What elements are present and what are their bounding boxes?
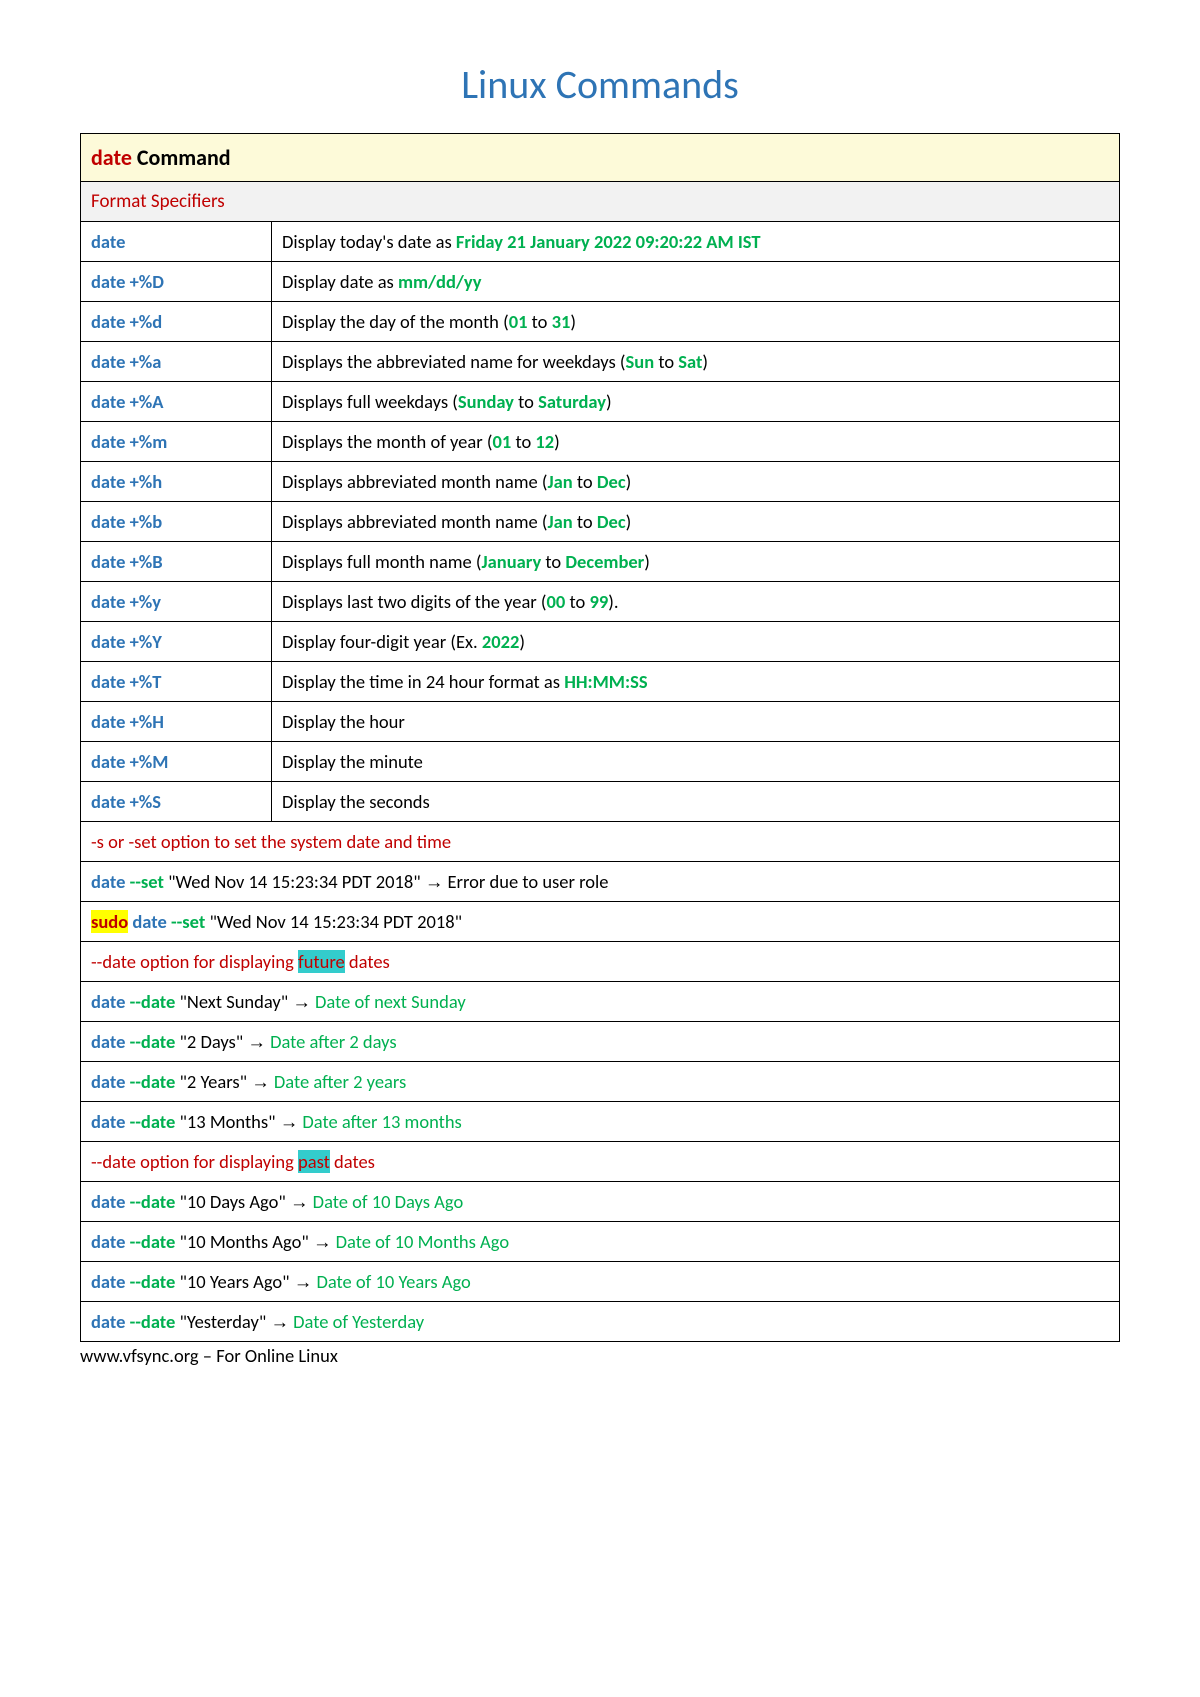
table-row: date +%HDisplay the hour xyxy=(81,702,1120,742)
past-note-row: --date option for displaying past dates xyxy=(81,1142,1120,1182)
desc-cell: Display the minute xyxy=(272,742,1120,782)
cmd-cell: date +%A xyxy=(81,382,272,422)
cmd-cell: date +%h xyxy=(81,462,272,502)
note-post: dates xyxy=(330,1150,375,1173)
example-cell: date --date "2 Days" → Date after 2 days xyxy=(81,1022,1120,1062)
note-pre: --date option for displaying xyxy=(91,1150,298,1173)
cmd-cell: date xyxy=(81,222,272,262)
cmd-cell: date +%S xyxy=(81,782,272,822)
table-row: date --date "13 Months" → Date after 13 … xyxy=(81,1102,1120,1142)
sudo-text: sudo xyxy=(91,910,128,933)
set-example-1-row: date --set "Wed Nov 14 15:23:34 PDT 2018… xyxy=(81,862,1120,902)
date-command-table: date Command Format Specifiers dateDispl… xyxy=(80,133,1120,1342)
desc-cell: Displays last two digits of the year (00… xyxy=(272,582,1120,622)
cmd-cell: date +%d xyxy=(81,302,272,342)
desc-cell: Displays abbreviated month name (Jan to … xyxy=(272,502,1120,542)
table-row: date +%mDisplays the month of year (01 t… xyxy=(81,422,1120,462)
table-header-cell: date Command xyxy=(81,134,1120,182)
opt-text: --set xyxy=(130,870,164,893)
example-cell: date --date "13 Months" → Date after 13 … xyxy=(81,1102,1120,1142)
arg-text: "Wed Nov 14 15:23:34 PDT 2018" xyxy=(164,870,425,893)
table-subheader-cell: Format Specifiers xyxy=(81,182,1120,222)
cmd-cell: date +%B xyxy=(81,542,272,582)
future-note-row: --date option for displaying future date… xyxy=(81,942,1120,982)
cmd-cell: date +%H xyxy=(81,702,272,742)
desc-cell: Displays full month name (January to Dec… xyxy=(272,542,1120,582)
table-row: date --date "10 Months Ago" → Date of 10… xyxy=(81,1222,1120,1262)
table-row: date +%MDisplay the minute xyxy=(81,742,1120,782)
desc-cell: Displays the month of year (01 to 12) xyxy=(272,422,1120,462)
desc-cell: Display the hour xyxy=(272,702,1120,742)
table-row: date --date "2 Days" → Date after 2 days xyxy=(81,1022,1120,1062)
table-row: date +%BDisplays full month name (Januar… xyxy=(81,542,1120,582)
table-row: date --date "Next Sunday" → Date of next… xyxy=(81,982,1120,1022)
note-highlight: past xyxy=(298,1150,330,1173)
example-cell: date --date "10 Months Ago" → Date of 10… xyxy=(81,1222,1120,1262)
desc-cell: Displays full weekdays (Sunday to Saturd… xyxy=(272,382,1120,422)
note-pre: --date option for displaying xyxy=(91,950,298,973)
example-cell: date --date "Next Sunday" → Date of next… xyxy=(81,982,1120,1022)
desc-cell: Displays the abbreviated name for weekda… xyxy=(272,342,1120,382)
cmd-cell: date +%M xyxy=(81,742,272,782)
cmd-cell: date +%Y xyxy=(81,622,272,662)
note-highlight: future xyxy=(298,950,345,973)
table-subheader-row: Format Specifiers xyxy=(81,182,1120,222)
future-note: --date option for displaying future date… xyxy=(81,942,1120,982)
table-header-row: date Command xyxy=(81,134,1120,182)
header-rest: Command xyxy=(132,144,231,171)
page-title: Linux Commands xyxy=(80,60,1120,109)
cmd-cell: date +%y xyxy=(81,582,272,622)
table-row: date +%TDisplay the time in 24 hour form… xyxy=(81,662,1120,702)
table-row: date --date "Yesterday" → Date of Yester… xyxy=(81,1302,1120,1342)
past-note: --date option for displaying past dates xyxy=(81,1142,1120,1182)
cmd-cell: date +%a xyxy=(81,342,272,382)
table-row: date --date "10 Years Ago" → Date of 10 … xyxy=(81,1262,1120,1302)
table-row: date +%SDisplay the seconds xyxy=(81,782,1120,822)
set-example-2-row: sudo date --set "Wed Nov 14 15:23:34 PDT… xyxy=(81,902,1120,942)
cmd-text: date xyxy=(132,910,171,933)
arrow-icon: → xyxy=(425,871,444,892)
set-option-row: -s or -set option to set the system date… xyxy=(81,822,1120,862)
note-post: dates xyxy=(345,950,390,973)
cmd-cell: date +%D xyxy=(81,262,272,302)
table-row: date +%yDisplays last two digits of the … xyxy=(81,582,1120,622)
table-row: dateDisplay today's date as Friday 21 Ja… xyxy=(81,222,1120,262)
header-cmd: date xyxy=(91,144,132,171)
desc-cell: Display the day of the month (01 to 31) xyxy=(272,302,1120,342)
desc-cell: Display date as mm/dd/yy xyxy=(272,262,1120,302)
desc-cell: Display today's date as Friday 21 Januar… xyxy=(272,222,1120,262)
cmd-cell: date +%m xyxy=(81,422,272,462)
table-row: date --date "10 Days Ago" → Date of 10 D… xyxy=(81,1182,1120,1222)
desc-cell: Displays abbreviated month name (Jan to … xyxy=(272,462,1120,502)
set-example-1: date --set "Wed Nov 14 15:23:34 PDT 2018… xyxy=(81,862,1120,902)
set-option-note: -s or -set option to set the system date… xyxy=(81,822,1120,862)
table-row: date +%YDisplay four-digit year (Ex. 202… xyxy=(81,622,1120,662)
opt-text: --set xyxy=(171,910,205,933)
example-cell: date --date "2 Years" → Date after 2 yea… xyxy=(81,1062,1120,1102)
table-row: date +%aDisplays the abbreviated name fo… xyxy=(81,342,1120,382)
table-row: date +%hDisplays abbreviated month name … xyxy=(81,462,1120,502)
example-cell: date --date "10 Years Ago" → Date of 10 … xyxy=(81,1262,1120,1302)
cmd-text: date xyxy=(91,870,130,893)
desc-cell: Display four-digit year (Ex. 2022) xyxy=(272,622,1120,662)
desc-cell: Display the time in 24 hour format as HH… xyxy=(272,662,1120,702)
table-row: date --date "2 Years" → Date after 2 yea… xyxy=(81,1062,1120,1102)
desc-cell: Display the seconds xyxy=(272,782,1120,822)
table-row: date +%ADisplays full weekdays (Sunday t… xyxy=(81,382,1120,422)
example-cell: date --date "Yesterday" → Date of Yester… xyxy=(81,1302,1120,1342)
example-cell: date --date "10 Days Ago" → Date of 10 D… xyxy=(81,1182,1120,1222)
cmd-cell: date +%T xyxy=(81,662,272,702)
cmd-cell: date +%b xyxy=(81,502,272,542)
arg-text: "Wed Nov 14 15:23:34 PDT 2018" xyxy=(205,910,462,933)
table-row: date +%bDisplays abbreviated month name … xyxy=(81,502,1120,542)
table-row: date +%DDisplay date as mm/dd/yy xyxy=(81,262,1120,302)
set-example-2: sudo date --set "Wed Nov 14 15:23:34 PDT… xyxy=(81,902,1120,942)
table-row: date +%dDisplay the day of the month (01… xyxy=(81,302,1120,342)
footer-text: www.vfsync.org – For Online Linux xyxy=(80,1344,1120,1367)
result-text: Error due to user role xyxy=(443,870,608,893)
